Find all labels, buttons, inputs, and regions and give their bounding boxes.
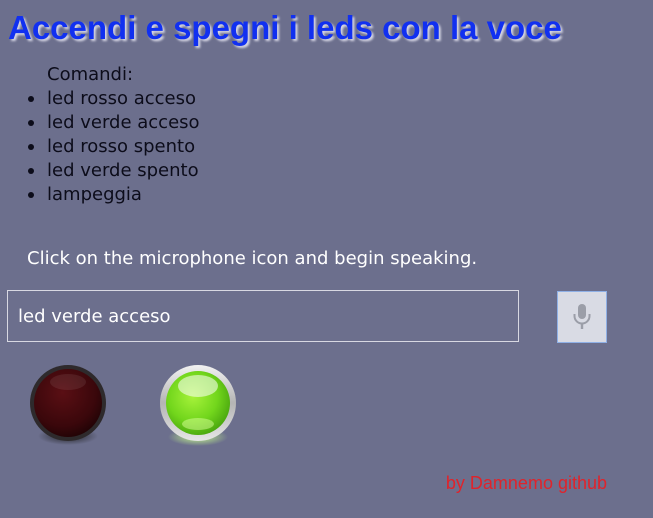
commands-list: Comandi: led rosso acceso led verde acce… (28, 63, 200, 207)
speech-transcript-input[interactable] (7, 290, 519, 342)
command-item: led rosso acceso (28, 87, 200, 111)
command-item: lampeggia (28, 183, 200, 207)
green-led (158, 362, 238, 446)
commands-heading: Comandi: (47, 64, 134, 85)
command-item: led verde acceso (28, 112, 200, 133)
commands-items: led rosso acceso led verde acceso led ro… (28, 87, 200, 207)
red-led (28, 362, 108, 446)
microphone-button[interactable] (557, 291, 607, 343)
command-item: led rosso spento (28, 135, 200, 159)
instructions-text: Click on the microphone icon and begin s… (27, 248, 478, 269)
credit-link[interactable]: by Damnemo github (446, 472, 607, 494)
page-title: Accendi e spegni i leds con la voce (8, 9, 562, 46)
microphone-icon (573, 304, 591, 329)
command-item: led verde spento (28, 160, 199, 181)
